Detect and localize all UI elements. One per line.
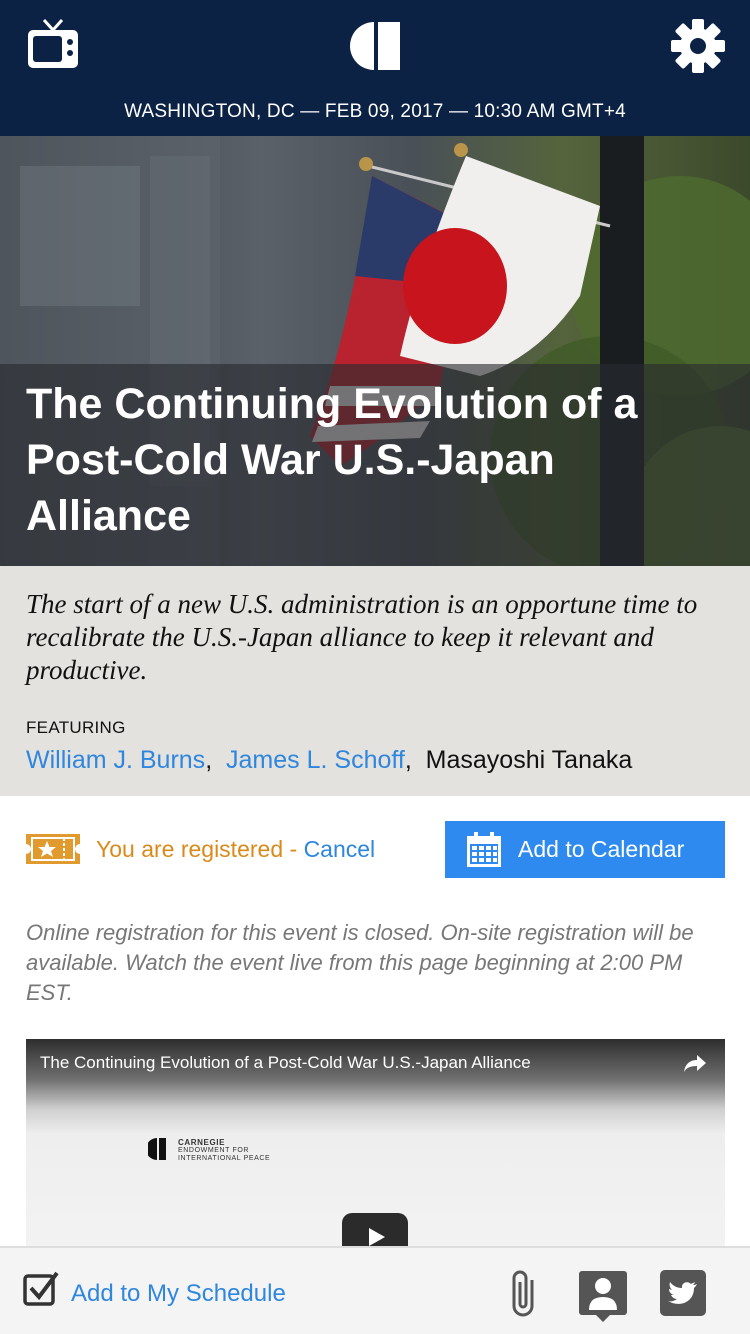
video-player[interactable]: The Continuing Evolution of a Post-Cold … xyxy=(26,1039,725,1254)
speaker-separator: , xyxy=(205,746,227,774)
featuring-label: FEATURING xyxy=(26,718,126,737)
bottom-toolbar: Add to My Schedule xyxy=(0,1246,750,1334)
registration-status-text: You are registered - xyxy=(96,836,298,862)
video-carnegie-logo xyxy=(148,1138,166,1160)
video-org-line: INTERNATIONAL PEACE xyxy=(178,1155,271,1162)
speaker-profile-icon[interactable] xyxy=(578,1270,628,1324)
speaker-name: Masayoshi Tanaka xyxy=(425,746,633,774)
add-to-calendar-button[interactable]: Add to Calendar xyxy=(445,821,725,878)
app-header: WASHINGTON, DC — FEB 09, 2017 — 10:30 AM… xyxy=(0,0,750,136)
registration-row: You are registered - Cancel Add to Calen… xyxy=(0,820,750,878)
event-summary: The start of a new U.S. administration i… xyxy=(0,566,750,796)
cancel-registration-link[interactable]: Cancel xyxy=(304,836,376,862)
registration-note: Online registration for this event is cl… xyxy=(26,920,694,1005)
speaker-separator: , xyxy=(404,746,426,774)
video-org-line: ENDOWMENT FOR xyxy=(178,1147,250,1154)
checkbox-icon[interactable] xyxy=(22,1270,60,1308)
video-title[interactable]: The Continuing Evolution of a Post-Cold … xyxy=(40,1053,531,1073)
video-org-name: CARNEGIE ENDOWMENT FOR INTERNATIONAL PEA… xyxy=(178,1139,270,1163)
carnegie-logo[interactable] xyxy=(348,20,400,72)
event-dateline: WASHINGTON, DC — FEB 09, 2017 — 10:30 AM… xyxy=(124,101,626,122)
speaker-link[interactable]: James L. Schoff xyxy=(226,746,405,774)
calendar-icon xyxy=(467,832,501,867)
share-icon[interactable] xyxy=(683,1053,707,1073)
speakers-list: William J. Burns, James L. Schoff, Masay… xyxy=(26,746,632,775)
video-org-line: CARNEGIE xyxy=(178,1138,226,1147)
registration-status: You are registered - Cancel xyxy=(96,836,375,863)
ticket-icon xyxy=(26,834,80,864)
twitter-icon[interactable] xyxy=(660,1270,706,1316)
hero-image: The Continuing Evolution of a Post-Cold … xyxy=(0,136,750,566)
speaker-link[interactable]: William J. Burns xyxy=(26,746,205,774)
add-to-calendar-label: Add to Calendar xyxy=(518,836,685,862)
summary-text: The start of a new U.S. administration i… xyxy=(26,589,698,685)
attachment-icon[interactable] xyxy=(506,1266,540,1322)
add-to-schedule-link[interactable]: Add to My Schedule xyxy=(71,1280,286,1308)
tv-icon[interactable] xyxy=(26,18,80,70)
event-title: The Continuing Evolution of a Post-Cold … xyxy=(26,380,638,540)
gear-icon[interactable] xyxy=(670,18,726,74)
